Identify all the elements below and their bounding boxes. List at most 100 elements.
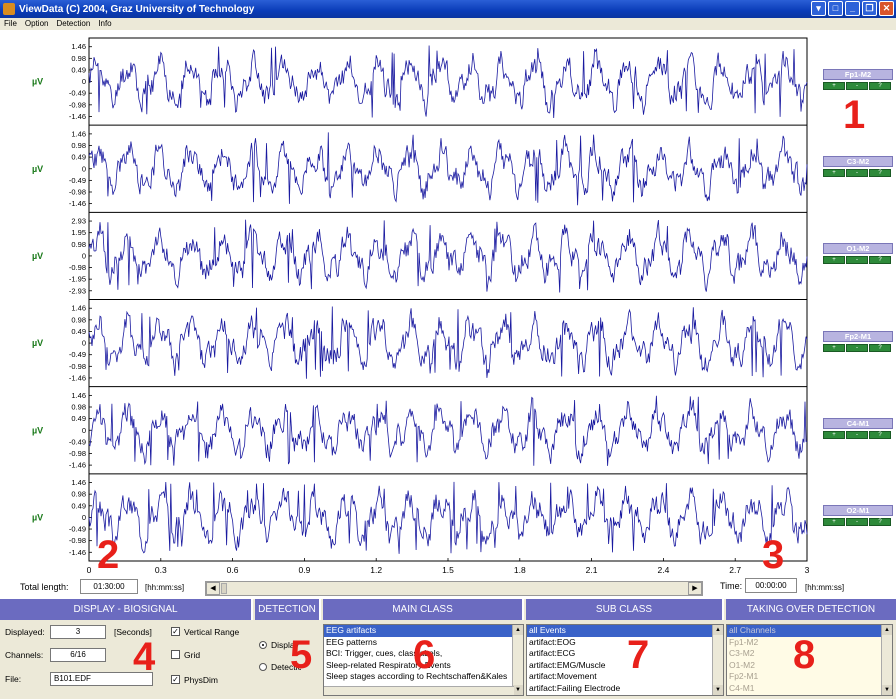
unit-label: µV xyxy=(32,164,43,174)
main-class-hscroll[interactable] xyxy=(324,686,514,695)
detection-radio[interactable] xyxy=(259,663,267,671)
channel-label-button[interactable]: C3-M2 xyxy=(823,156,893,168)
channel-help-button[interactable]: ? xyxy=(869,343,891,352)
channel-label-button[interactable]: Fp1-M2 xyxy=(823,69,893,80)
annotation-7: 7 xyxy=(627,633,650,677)
channel-help-button[interactable]: ? xyxy=(869,82,891,90)
vertical-range-label: Vertical Range xyxy=(184,627,240,637)
detection-header: DETECTION xyxy=(255,599,321,620)
y-tick-label: -0.49 xyxy=(69,89,86,98)
channel-zoom-out-button[interactable]: - xyxy=(846,82,868,90)
y-tick-label: 0.98 xyxy=(71,240,86,249)
x-tick-label: 0.3 xyxy=(155,565,167,575)
channel-zoom-in-button[interactable]: + xyxy=(823,82,845,90)
menu-dropdown-button[interactable]: ▾ xyxy=(811,1,826,16)
channel-help-button[interactable]: ? xyxy=(869,430,891,439)
main-class-vscroll[interactable]: ▲ ▼ xyxy=(512,625,523,695)
physdim-label: PhysDim xyxy=(184,675,219,685)
y-tick-label: 0.49 xyxy=(71,414,86,423)
sub-class-item[interactable]: all Events xyxy=(527,625,723,637)
menu-detection[interactable]: Detection xyxy=(52,18,94,30)
total-length-label: Total length: xyxy=(20,582,69,592)
y-tick-label: -0.49 xyxy=(69,437,86,446)
scroll-right-arrow[interactable]: ▶ xyxy=(688,582,702,595)
y-tick-label: 0 xyxy=(82,513,86,522)
time-unit: [hh:mm:ss] xyxy=(805,583,845,592)
y-tick-label: -0.49 xyxy=(69,176,86,185)
title-bar: ViewData (C) 2004, Graz University of Te… xyxy=(0,0,896,18)
sub-class-item[interactable]: artifact:Failing Electrode xyxy=(527,683,723,695)
signal-plot[interactable]: 1.460.980.490-0.49-0.98-1.46µV1.460.980.… xyxy=(0,30,896,578)
channel-help-button[interactable]: ? xyxy=(869,169,891,178)
sub-class-item[interactable]: artifact:EMG/Muscle xyxy=(527,660,723,672)
sub-class-list[interactable]: all Events artifact:EOG artifact:ECG artifa… xyxy=(526,624,724,696)
taking-over-item[interactable]: C4-M1 xyxy=(727,683,892,695)
scroll-left-arrow[interactable]: ◀ xyxy=(206,582,220,595)
channel-help-button[interactable]: ? xyxy=(869,517,891,526)
channel-zoom-out-button[interactable]: - xyxy=(846,256,868,265)
unit-label: µV xyxy=(32,425,43,435)
channel-zoom-in-button[interactable]: + xyxy=(823,517,845,526)
physdim-checkbox[interactable]: ✓ xyxy=(171,675,180,684)
sub-class-item[interactable]: artifact:Movement xyxy=(527,671,723,683)
channels-field[interactable]: 6/16 xyxy=(50,648,106,662)
y-tick-label: -1.95 xyxy=(69,275,86,284)
grid-checkbox[interactable] xyxy=(171,650,180,659)
restore-button[interactable]: ❐ xyxy=(862,1,877,16)
y-tick-label: 0.98 xyxy=(71,141,86,150)
menu-file[interactable]: File xyxy=(0,18,21,30)
sub-class-item[interactable]: artifact:ECG xyxy=(527,648,723,660)
grid-label: Grid xyxy=(184,650,201,660)
menu-info[interactable]: Info xyxy=(94,18,115,30)
y-tick-label: -1.46 xyxy=(69,461,86,470)
channel-label-button[interactable]: Fp2-M1 xyxy=(823,330,893,342)
close-button[interactable]: ✕ xyxy=(879,1,894,16)
channel-zoom-out-button[interactable]: - xyxy=(846,169,868,178)
x-tick-label: 1.2 xyxy=(370,565,382,575)
annotation-5: 5 xyxy=(290,633,313,677)
sub-class-vscroll[interactable]: ▲ ▼ xyxy=(712,625,723,695)
scroll-thumb[interactable] xyxy=(221,583,227,594)
y-tick-label: 0 xyxy=(82,251,86,260)
channel-zoom-out-button[interactable]: - xyxy=(846,343,868,352)
minimize-button[interactable]: _ xyxy=(845,1,860,16)
displayed-field[interactable]: 3 xyxy=(50,625,106,639)
vertical-range-checkbox[interactable]: ✓ xyxy=(171,627,180,636)
channel-zoom-out-button[interactable]: - xyxy=(846,430,868,439)
time-label: Time: xyxy=(720,581,743,591)
unit-label: µV xyxy=(32,512,43,522)
channel-help-button[interactable]: ? xyxy=(869,256,891,265)
y-tick-label: 0.49 xyxy=(71,501,86,510)
y-tick-label: 0.49 xyxy=(71,153,86,162)
y-tick-label: 0.98 xyxy=(71,490,86,499)
channel-zoom-in-button[interactable]: + xyxy=(823,256,845,265)
y-tick-label: -0.98 xyxy=(69,187,86,196)
y-tick-label: 1.95 xyxy=(71,228,86,237)
file-label: File: xyxy=(5,674,22,684)
y-tick-label: -1.46 xyxy=(69,548,86,557)
channel-zoom-in-button[interactable]: + xyxy=(823,430,845,439)
channel-zoom-in-button[interactable]: + xyxy=(823,343,845,352)
x-tick-label: 0 xyxy=(87,565,92,575)
time-field[interactable]: 00:00:00 xyxy=(745,578,797,593)
y-tick-label: 0.49 xyxy=(71,327,86,336)
total-length-unit: [hh:mm:ss] xyxy=(145,583,185,592)
total-length-field[interactable]: 01:30:00 xyxy=(80,579,138,594)
channel-label-button[interactable]: O1-M2 xyxy=(823,243,893,255)
channel-zoom-in-button[interactable]: + xyxy=(823,169,845,178)
window-toggle-button[interactable]: □ xyxy=(828,1,843,16)
y-tick-label: 0.98 xyxy=(71,54,86,63)
y-tick-label: 0 xyxy=(82,339,86,348)
y-tick-label: 0 xyxy=(82,164,86,173)
y-tick-label: -1.46 xyxy=(69,373,86,382)
y-tick-label: 1.46 xyxy=(71,304,86,313)
channel-control: Fp2-M1 + -? xyxy=(823,330,893,352)
channel-label-button[interactable]: O2-M1 xyxy=(823,504,893,516)
channel-label-button[interactable]: C4-M1 xyxy=(823,417,893,429)
sub-class-item[interactable]: artifact:EOG xyxy=(527,637,723,649)
menu-option[interactable]: Option xyxy=(21,18,53,30)
taking-over-vscroll[interactable]: ▲ ▼ xyxy=(881,625,892,695)
time-scrollbar[interactable]: ◀ ▶ xyxy=(205,581,703,596)
display-radio[interactable] xyxy=(259,641,267,649)
channel-zoom-out-button[interactable]: - xyxy=(846,517,868,526)
